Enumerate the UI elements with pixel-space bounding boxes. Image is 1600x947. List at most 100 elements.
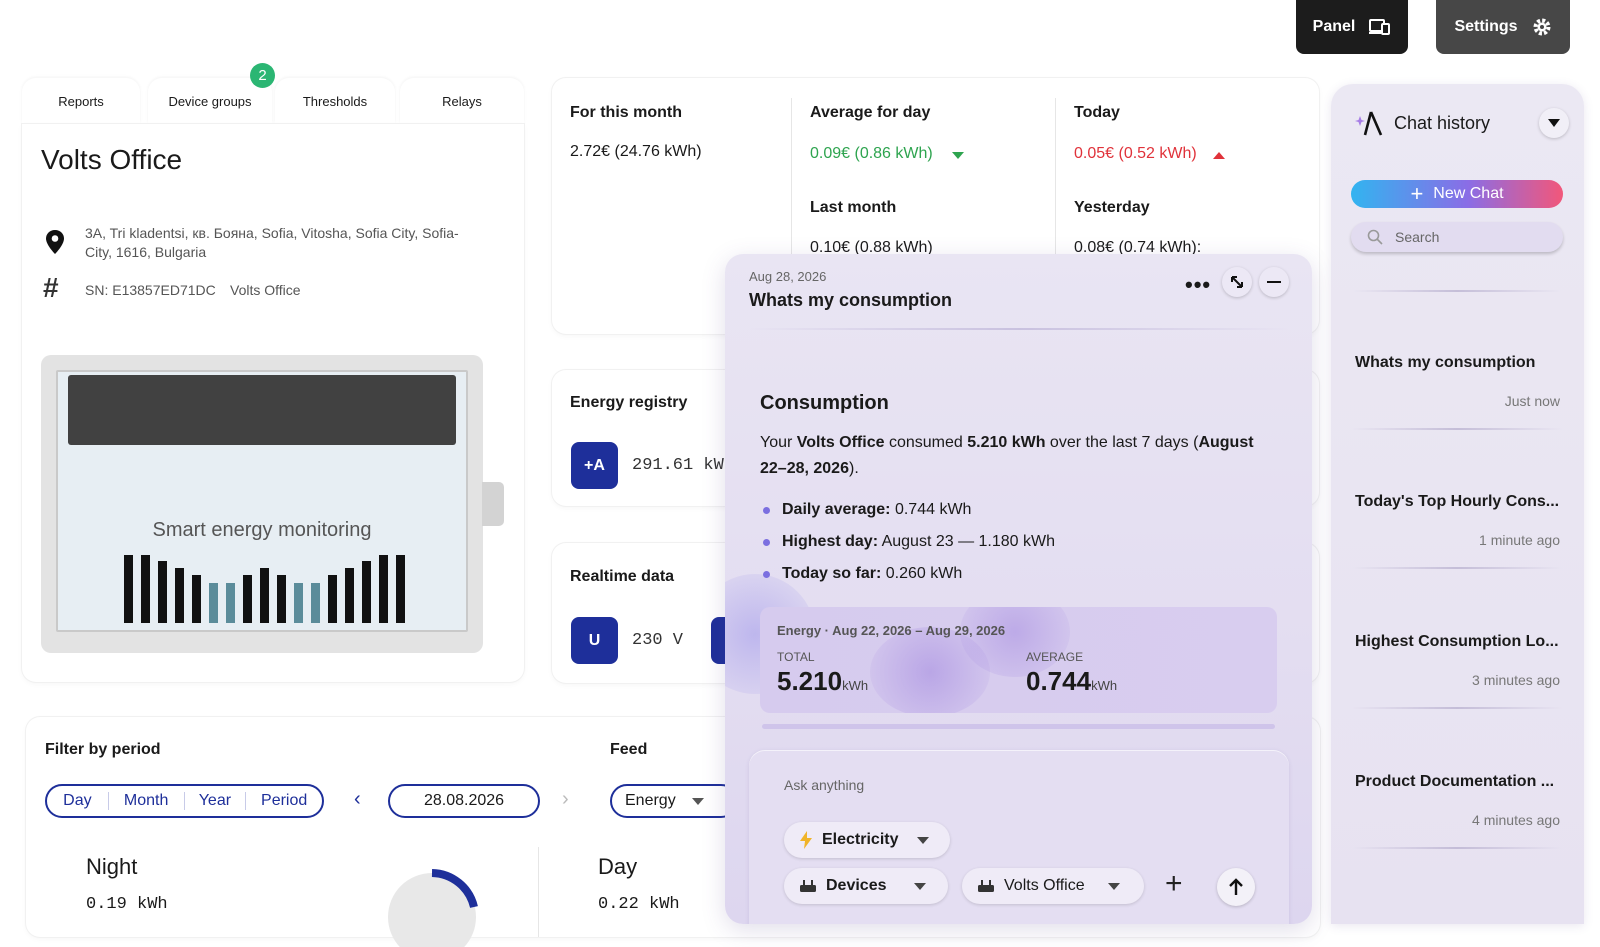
hash-icon: # — [43, 272, 59, 303]
new-chat-button[interactable]: + New Chat — [1351, 180, 1563, 208]
expand-button[interactable] — [1222, 267, 1252, 297]
bullet-label: Highest day: — [782, 533, 879, 550]
search-box[interactable]: Search — [1351, 222, 1563, 252]
add-icon[interactable]: + — [1165, 867, 1183, 901]
chat-history-item-title[interactable]: Highest Consumption Lo... — [1355, 633, 1565, 651]
chevron-down-icon — [917, 836, 930, 844]
devices-icon — [1369, 19, 1391, 35]
chat-separator — [1352, 567, 1562, 569]
chat-history-item-time: 3 minutes ago — [1472, 672, 1560, 688]
average-label: AVERAGE — [1026, 650, 1084, 664]
meter-bar — [277, 575, 286, 623]
chat-separator — [1352, 428, 1562, 430]
period-year[interactable]: Year — [185, 792, 247, 810]
night-value: 0.19 kWh — [86, 895, 168, 914]
tab-reports[interactable]: Reports — [22, 78, 140, 124]
logo-icon — [1355, 111, 1383, 136]
last-month-label: Last month — [810, 199, 897, 216]
more-icon[interactable]: ••• — [1185, 272, 1211, 298]
meter-bar — [328, 575, 337, 623]
tab-thresholds[interactable]: Thresholds — [275, 78, 395, 124]
msg-device: Volts Office — [796, 434, 885, 451]
tab-reports-label: Reports — [58, 93, 104, 109]
period-toggle: Day Month Year Period — [45, 784, 324, 818]
msg-mid: consumed — [884, 434, 968, 451]
meter-bar — [379, 555, 388, 623]
meter-bar — [311, 583, 320, 623]
yesterday-label: Yesterday — [1074, 199, 1150, 216]
gear-icon — [1533, 18, 1551, 36]
chat-history-item-title[interactable]: Product Documentation ... — [1355, 773, 1565, 791]
minimize-button[interactable] — [1259, 267, 1289, 297]
new-chat-label: New Chat — [1433, 185, 1504, 202]
device-name: Volts Office — [41, 144, 183, 175]
meter-illustration: Smart energy monitoring — [41, 355, 483, 653]
list-item: Today so far: 0.260 kWh — [763, 558, 1055, 590]
period-month[interactable]: Month — [109, 792, 185, 810]
date-field[interactable]: 28.08.2026 — [388, 784, 540, 818]
period-period[interactable]: Period — [246, 792, 322, 810]
settings-label: Settings — [1454, 18, 1518, 35]
send-button[interactable] — [1217, 868, 1255, 906]
device-address: 3A, Tri kladentsi, кв. Бояна, Sofia, Vit… — [85, 225, 459, 260]
meter-bar — [260, 568, 269, 623]
chat-title: Whats my consumption — [749, 290, 953, 310]
msg-end: ). — [848, 460, 859, 477]
bullet-value: 0.260 kWh — [881, 565, 963, 582]
realtime-badge: U — [571, 617, 618, 664]
registry-badge-text: +A — [584, 456, 605, 474]
collapse-button[interactable] — [1539, 108, 1569, 138]
minus-icon — [1267, 281, 1281, 283]
chat-history-item-time: 4 minutes ago — [1472, 812, 1560, 828]
chat-history-item-time: 1 minute ago — [1479, 532, 1560, 548]
widget-title: Energy · Aug 22, 2026 – Aug 29, 2026 — [777, 623, 1006, 638]
feed-select[interactable]: Energy — [610, 784, 738, 818]
chat-input-area: Ask anything Electricity Devices Volts O… — [749, 750, 1289, 924]
day-value: 0.22 kWh — [598, 895, 680, 914]
bullet-value: 0.744 kWh — [890, 501, 972, 518]
widget-scroll-edge — [762, 724, 1275, 729]
realtime-badge-text: U — [588, 631, 601, 649]
chat-separator — [1352, 707, 1562, 709]
bullet-value: August 23 — 1.180 kWh — [878, 533, 1056, 550]
period-day[interactable]: Day — [47, 792, 109, 810]
bullet-dot — [763, 506, 770, 514]
badge-count: 2 — [258, 67, 267, 84]
chat-history-title: Chat history — [1394, 113, 1491, 133]
average-number: 0.744 — [1026, 666, 1092, 696]
energy-widget: Energy · Aug 22, 2026 – Aug 29, 2026 TOT… — [760, 607, 1277, 713]
lightning-icon — [800, 831, 812, 849]
total-label: TOTAL — [777, 650, 815, 664]
device-sn: SN: E13857ED71DC — [85, 282, 216, 298]
electricity-chip[interactable]: Electricity — [784, 822, 950, 858]
office-chip[interactable]: Volts Office — [962, 868, 1144, 904]
device-groups-badge: 2 — [250, 63, 275, 88]
meter-bar — [396, 555, 405, 623]
msg-amount: 5.210 kWh — [967, 434, 1046, 451]
chat-input[interactable]: Ask anything — [784, 777, 864, 793]
panel-button[interactable]: Panel — [1296, 0, 1408, 54]
expand-icon — [1231, 276, 1243, 288]
meter-bar — [362, 561, 371, 623]
chat-history-item-title[interactable]: Today's Top Hourly Cons... — [1355, 493, 1565, 511]
arrow-up-icon — [1229, 878, 1243, 895]
today-label: Today — [1074, 104, 1120, 121]
tab-relays[interactable]: Relays — [400, 78, 524, 124]
chat-history-item-title[interactable]: Whats my consumption — [1355, 354, 1565, 372]
avg-label: Average for day — [810, 104, 931, 121]
meter-side-knob — [482, 482, 504, 526]
chevron-right-icon[interactable]: › — [562, 788, 569, 811]
search-icon — [1367, 229, 1383, 245]
devices-chip-label: Devices — [826, 877, 887, 894]
settings-button[interactable]: Settings — [1436, 0, 1570, 54]
chevron-down-icon — [1548, 119, 1560, 127]
date-value: 28.08.2026 — [423, 792, 505, 809]
chevron-left-icon[interactable]: ‹ — [354, 788, 361, 811]
panel-label: Panel — [1312, 18, 1356, 35]
bullet-label: Daily average: — [782, 501, 891, 518]
msg-over: over the last 7 days ( — [1045, 434, 1199, 451]
search-input: Search — [1395, 229, 1440, 245]
chat-date: Aug 28, 2026 — [749, 269, 827, 284]
devices-chip[interactable]: Devices — [784, 868, 948, 904]
bullet-dot — [763, 570, 770, 578]
